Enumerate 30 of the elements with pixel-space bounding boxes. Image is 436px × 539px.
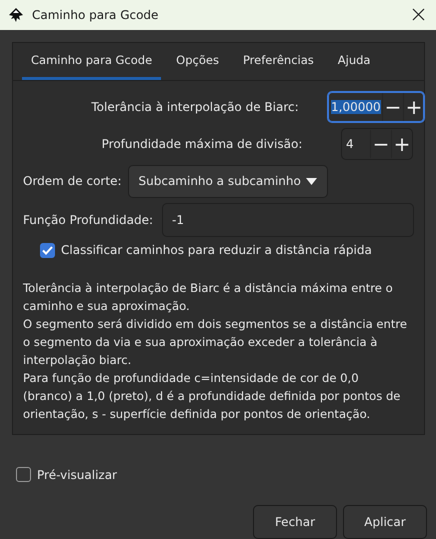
tab[interactable]: Ajuda [328,42,380,80]
spin-field[interactable]: 4 − + [341,128,413,160]
description-text: O segmento será dividido em dois segmentos se a distância entre o segmento da via e sua aproximação exceder a tolerância à interpolação biarc. [23,316,408,369]
dropdown[interactable]: Subcaminho a subcaminho [128,164,328,198]
checkbox-label: Classificar caminhos para reduzir a distância rápida [61,243,372,258]
field-label: Profundidade máxima de divisão: [100,136,304,151]
tab[interactable]: Caminho para Gcode [22,42,162,80]
caret-icon [306,178,317,185]
checkbox-label: Pré-visualizar [37,468,117,482]
tab[interactable]: Opções [167,42,228,80]
dialog-button[interactable]: Fechar [253,505,337,539]
input-field[interactable]: -1 [162,202,414,237]
checkbox[interactable] [16,467,31,482]
field-label: Tolerância à interpolação de Biarc: [90,100,300,114]
increment-button[interactable]: + [391,130,412,158]
field-label: Função Profundidade: [23,212,154,227]
description-text: Tolerância à interpolação de Biarc é a distância máxima entre o caminho e sua aproximação. [23,280,394,315]
field-value: 1,00000 [331,100,381,114]
dialog-button[interactable]: Aplicar [343,505,427,539]
increment-button[interactable]: + [403,92,424,121]
close-button[interactable] [410,6,426,23]
tab[interactable]: Preferências [234,42,323,80]
description-text: Para função de profundidade c=intensidade de cor de 0,0 (branco) a 1,0 (preto), d é a profundidade definida por pontos de orientação, s - superfície definida por pontos de orientação. [23,370,402,423]
decrement-button[interactable]: − [370,130,391,158]
field-label: Ordem de corte: [23,174,122,188]
checkbox[interactable] [40,242,55,258]
decrement-button[interactable]: − [382,92,403,121]
app-logo-icon [8,6,24,23]
window-title: Caminho para Gcode [32,8,160,22]
field-value: 4 [346,136,354,151]
